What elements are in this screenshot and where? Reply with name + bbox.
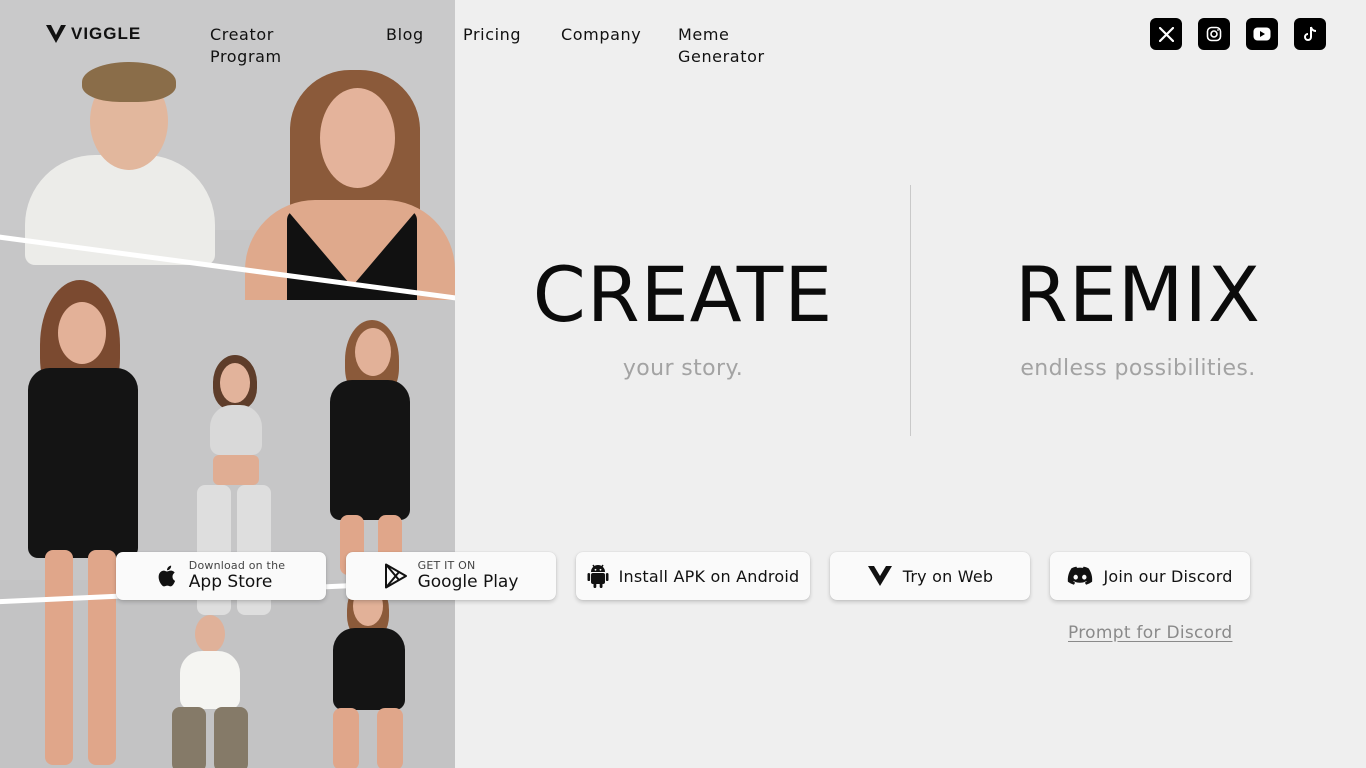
app-store-label: App Store — [188, 572, 273, 593]
try-on-web-button[interactable]: Try on Web — [830, 552, 1030, 600]
join-discord-label: Join our Discord — [1103, 566, 1233, 586]
try-on-web-label: Try on Web — [902, 566, 994, 586]
hero-create-subtitle: your story. — [622, 356, 744, 381]
nav-creator-program[interactable]: Creator Program — [210, 24, 346, 66]
prompt-for-discord-link[interactable]: Prompt for Discord — [1068, 623, 1232, 643]
figure-woman-dancing — [310, 320, 430, 580]
hero-divider — [910, 185, 911, 436]
install-apk-label: Install APK on Android — [618, 566, 800, 586]
viggle-logo-icon — [46, 25, 66, 43]
nav-company[interactable]: Company — [561, 24, 641, 46]
tiktok-icon — [1304, 26, 1317, 41]
discord-icon — [1068, 566, 1093, 585]
tiktok-link[interactable] — [1294, 18, 1326, 50]
nav-meme-generator[interactable]: Meme Generator — [678, 24, 814, 66]
apple-icon — [158, 565, 175, 587]
nav-pricing[interactable]: Pricing — [463, 24, 521, 46]
android-icon — [587, 564, 609, 588]
hero-remix: REMIX endless possibilities. — [968, 250, 1308, 382]
figure-boy-portrait — [20, 60, 220, 265]
app-store-button[interactable]: Download on the App Store — [116, 552, 326, 600]
google-play-icon — [384, 563, 407, 589]
figure-woman-black-dress — [0, 280, 170, 768]
x-icon — [1158, 26, 1174, 42]
social-links — [1150, 18, 1326, 50]
hero-collage-image — [0, 0, 455, 768]
google-play-small-label: GET IT ON — [417, 558, 476, 572]
google-play-label: Google Play — [417, 572, 519, 593]
nav-blog[interactable]: Blog — [386, 24, 423, 46]
figure-man-dancing — [150, 615, 290, 768]
figure-woman-portrait — [245, 70, 455, 300]
google-play-button[interactable]: GET IT ON Google Play — [346, 552, 556, 600]
youtube-icon — [1253, 27, 1271, 41]
figure-woman-jumping — [285, 580, 455, 768]
viggle-logo-icon — [867, 566, 892, 586]
instagram-icon — [1206, 26, 1222, 42]
instagram-link[interactable] — [1198, 18, 1230, 50]
hero-create-title: CREATE — [532, 250, 834, 339]
hero-create: CREATE your story. — [512, 250, 854, 382]
viggle-logo[interactable]: VIGGLE — [45, 24, 141, 44]
x-link[interactable] — [1150, 18, 1182, 50]
hero-remix-title: REMIX — [1015, 250, 1261, 339]
join-discord-button[interactable]: Join our Discord — [1050, 552, 1250, 600]
app-store-small-label: Download on the — [188, 558, 286, 572]
hero-remix-subtitle: endless possibilities. — [1020, 356, 1256, 381]
install-apk-button[interactable]: Install APK on Android — [576, 552, 810, 600]
brand-name: VIGGLE — [71, 24, 142, 43]
main-nav: Creator Program Blog Pricing Company Mem… — [210, 24, 814, 66]
youtube-link[interactable] — [1246, 18, 1278, 50]
